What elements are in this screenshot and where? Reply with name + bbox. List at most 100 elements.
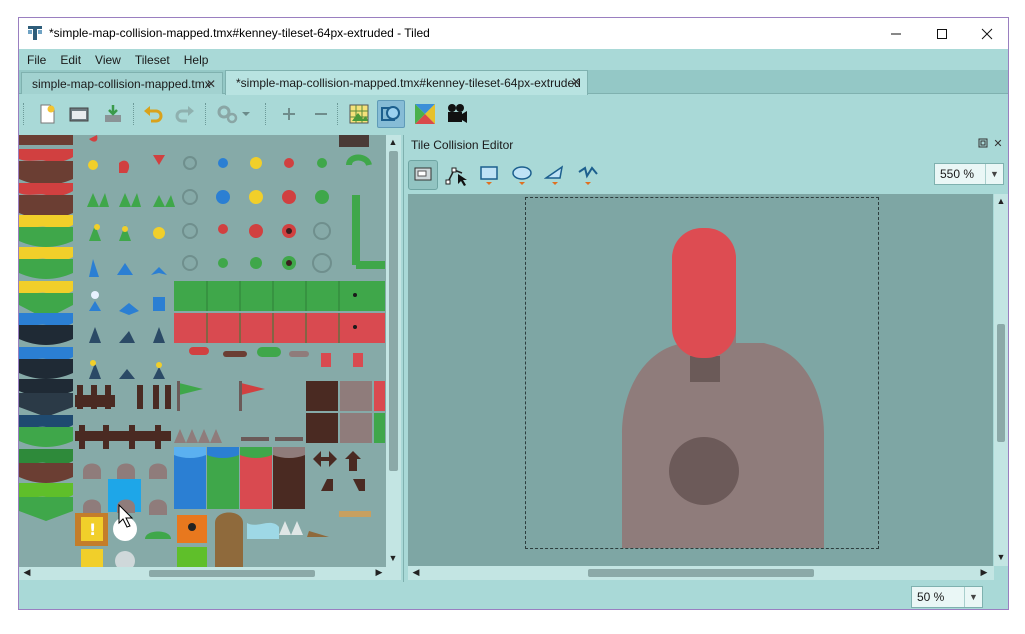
scroll-thumb[interactable] [997,324,1005,442]
tileset-hscroll[interactable]: ◀ ▶ [19,567,401,580]
tileset-image-icon [349,104,369,124]
toolbar-separator [337,103,339,125]
ground-tiles [19,135,73,521]
scroll-right-icon[interactable]: ▶ [373,567,385,578]
scroll-thumb[interactable] [588,569,814,577]
edit-polygons-icon [445,167,467,186]
collision-canvas[interactable] [408,194,993,566]
pipe-tiles [339,135,385,269]
collision-vscroll[interactable]: ▲ ▼ [994,194,1008,566]
animation-button[interactable] [443,100,471,128]
menu-file[interactable]: File [19,53,53,67]
stone-tiles [306,381,385,443]
select-objects-icon [414,167,432,181]
select-objects-button[interactable] [408,160,438,190]
toolbar-separator [265,103,267,125]
scroll-right-icon[interactable]: ▶ [978,567,990,578]
tab-map[interactable]: simple-map-collision-mapped.tmx ✕ [21,72,223,94]
remove-button[interactable] [307,100,335,128]
settings-dropdown-icon [217,105,250,124]
scroll-down-icon[interactable]: ▼ [995,552,1007,562]
ellipse-button[interactable] [507,160,537,190]
scroll-left-icon[interactable]: ◀ [21,567,33,578]
tileset-image-button[interactable] [345,100,373,128]
animation-icon [448,104,467,123]
tab-close-icon[interactable]: ✕ [571,75,581,89]
tiled-app-icon [28,26,42,40]
close-button[interactable] [964,18,1008,49]
chevron-down-icon[interactable]: ▼ [964,587,982,607]
float-panel-icon[interactable] [977,137,989,149]
polyline-button[interactable] [573,160,603,190]
scroll-thumb[interactable] [389,151,398,471]
collision-zoom-select[interactable]: 550 % ▼ [934,163,1004,185]
terrain-button[interactable] [411,100,439,128]
menu-bar: File Edit View Tileset Help [19,49,1008,70]
tab-label: simple-map-collision-mapped.tmx [32,76,211,91]
settings-dropdown-button[interactable] [213,100,253,128]
close-panel-icon[interactable]: ✕ [992,137,1004,150]
ellipse-icon [512,166,532,185]
fence-tiles [75,381,303,449]
new-button[interactable] [33,100,61,128]
collision-toolbar: 550 % ▼ [404,157,1008,193]
scroll-up-icon[interactable]: ▲ [995,196,1007,206]
open-button[interactable] [65,100,93,128]
decoration-tiles [182,156,332,273]
save-button[interactable] [99,100,127,128]
minimize-icon [891,33,901,34]
main-toolbar [19,95,1008,133]
scroll-thumb[interactable] [149,570,315,577]
edit-polygons-button[interactable] [441,160,471,190]
sign-tiles [313,451,371,517]
menu-view[interactable]: View [88,53,128,67]
scroll-up-icon[interactable]: ▲ [387,137,399,147]
scroll-left-icon[interactable]: ◀ [410,567,422,578]
block-tiles [174,281,385,367]
menu-edit[interactable]: Edit [53,53,88,67]
polygon-icon [544,165,564,185]
collision-editor-icon [381,106,400,121]
document-tabs: simple-map-collision-mapped.tmx ✕ *simpl… [19,70,1008,95]
tile-collision-editor: Tile Collision Editor ✕ 550 % ▼ ▲ ▼ ◀ ▶ [403,135,1008,582]
polyline-icon [578,166,598,185]
minimize-button[interactable] [873,18,919,49]
lever-hole [669,437,739,505]
tileset-zoom-select[interactable]: 50 % ▼ [911,586,983,608]
rectangle-icon [480,166,498,185]
undo-icon [144,106,163,123]
collision-object[interactable] [672,228,736,358]
zoom-value: 50 % [917,590,945,604]
chevron-down-icon[interactable]: ▼ [985,164,1003,184]
svg-text:!: ! [89,520,96,539]
menu-help[interactable]: Help [177,53,216,67]
tileset-vscroll[interactable]: ▲ ▼ [386,135,401,567]
maximize-button[interactable] [919,18,965,49]
redo-button[interactable] [171,100,199,128]
panel-title: Tile Collision Editor [411,138,514,152]
plant-tiles [87,135,175,379]
tileset-view[interactable]: ! ▲ ▼ ◀ ▶ [19,135,401,580]
window-title: *simple-map-collision-mapped.tmx#kenney-… [49,26,430,40]
add-button[interactable] [275,100,303,128]
menu-tileset[interactable]: Tileset [128,53,177,67]
collision-editor-button[interactable] [377,100,405,128]
toolbar-grip [23,103,25,125]
toolbar-separator [205,103,207,125]
title-bar: *simple-map-collision-mapped.tmx#kenney-… [19,18,1008,49]
tab-tileset[interactable]: *simple-map-collision-mapped.tmx#kenney-… [225,70,588,95]
toolbar-separator [133,103,135,125]
open-file-icon [69,107,89,122]
undo-button[interactable] [139,100,167,128]
polygon-button[interactable] [540,160,570,190]
tiled-window: *simple-map-collision-mapped.tmx#kenney-… [18,17,1009,610]
rectangle-button[interactable] [474,160,504,190]
collision-hscroll[interactable]: ◀ ▶ [408,566,994,580]
tab-close-icon[interactable]: ✕ [206,77,216,91]
zoom-value: 550 % [940,167,975,181]
new-file-icon [40,104,55,124]
status-bar: 50 % ▼ [19,583,1008,609]
tileset-image[interactable]: ! [19,135,385,567]
scroll-down-icon[interactable]: ▼ [387,553,399,563]
remove-icon [315,113,327,115]
